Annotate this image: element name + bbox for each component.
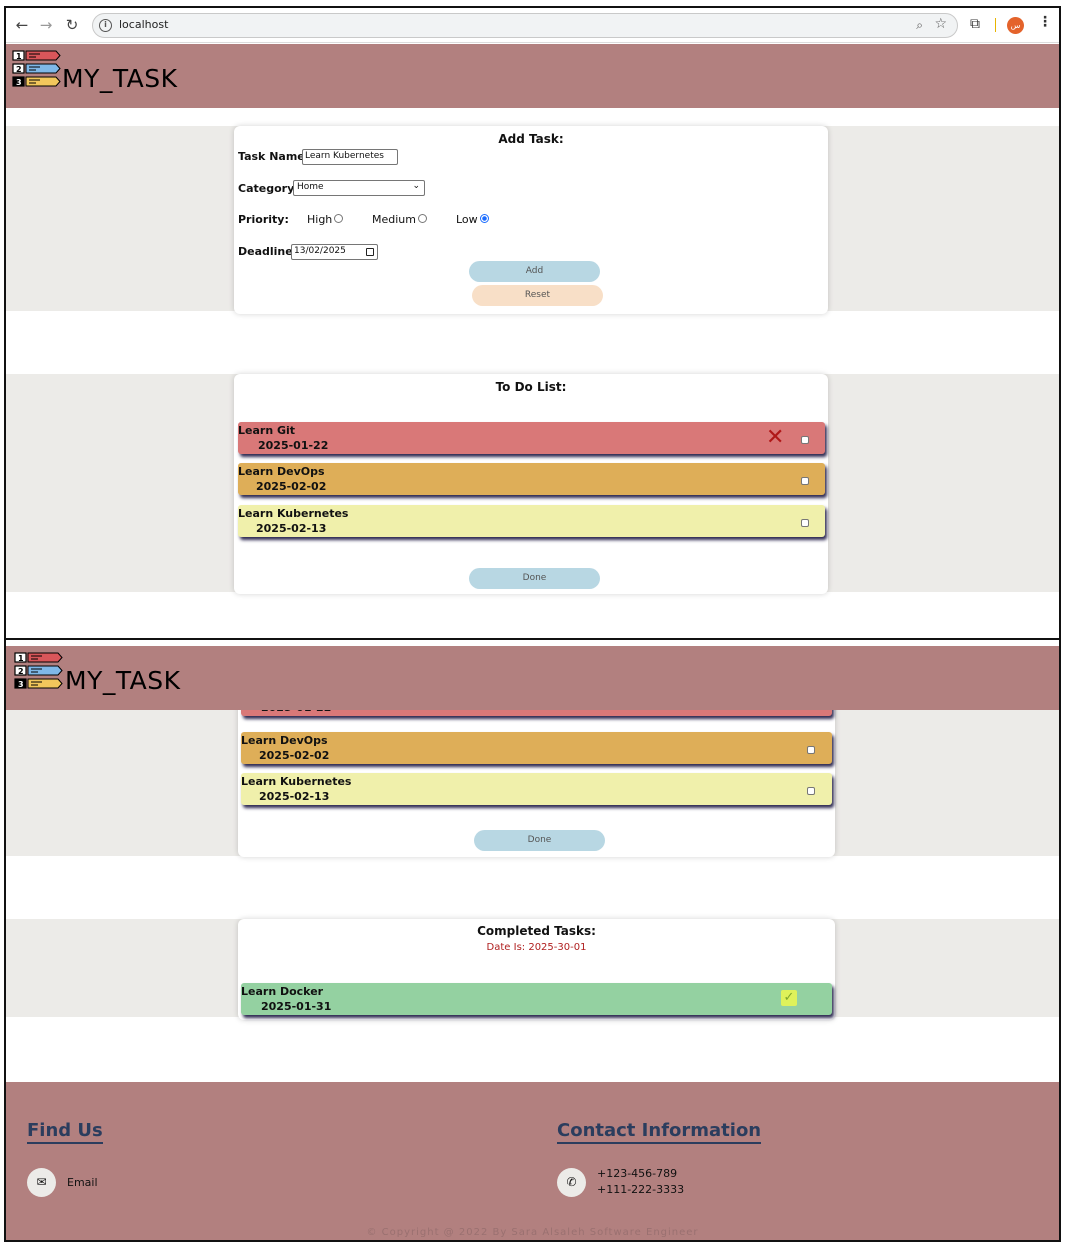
profile-avatar[interactable]: س — [1007, 17, 1024, 34]
task-name: Learn Kubernetes — [241, 775, 352, 788]
task-list-logo-icon: 1 2 3 — [12, 50, 61, 87]
done-button[interactable]: Done — [474, 830, 605, 851]
priority-low-option[interactable]: Low — [456, 213, 489, 226]
delete-x-icon[interactable]: ✕ — [766, 427, 784, 449]
site-info-icon[interactable]: i — [99, 19, 112, 32]
bookmark-star-icon[interactable]: ☆ — [934, 16, 947, 32]
todo-item-learn-devops[interactable]: Learn DevOps 2025-02-02 — [241, 732, 832, 764]
deadline-value: 13/02/2025 — [294, 246, 346, 256]
browser-window: ← → ↻ i localhost ⌕ ☆ ⧉ س ⋮ 1 2 3 MY_TAS… — [4, 6, 1061, 1242]
forward-icon[interactable]: → — [36, 15, 56, 35]
email-link[interactable]: Email — [67, 1176, 98, 1189]
task-date: 2025-02-02 — [259, 749, 330, 762]
app-header: 1 2 3 MY_TASK — [6, 44, 1059, 108]
task-name: Learn Git — [238, 424, 296, 437]
priority-medium-label: Medium — [372, 213, 416, 226]
svg-text:1: 1 — [16, 52, 22, 61]
todo-card: To Do List: Learn Git 2025-01-22 ✕ Learn… — [234, 374, 828, 594]
svg-text:2: 2 — [16, 65, 22, 74]
add-task-title: Add Task: — [498, 132, 564, 146]
task-name: Learn DevOps — [241, 734, 328, 747]
task-name-label: Task Name: — [238, 150, 310, 163]
todo-item-learn-kubernetes[interactable]: Learn Kubernetes 2025-02-13 — [238, 505, 825, 537]
toolbar-separator — [995, 18, 996, 32]
task-name: Learn DevOps — [238, 465, 325, 478]
priority-low-radio[interactable] — [479, 214, 489, 223]
completed-card: Completed Tasks: Date Is: 2025-30-01 Lea… — [238, 919, 835, 1020]
phone-icon: ✆ — [557, 1168, 586, 1197]
app-header-scrolled: 1 2 3 MY_TASK — [6, 646, 1059, 710]
add-button[interactable]: Add — [469, 261, 600, 282]
task-date: 2025-01-31 — [261, 1000, 332, 1013]
task-checkbox[interactable] — [807, 787, 815, 795]
completed-title: Completed Tasks: — [477, 924, 596, 938]
task-date: 2025-02-13 — [259, 790, 330, 803]
task-name: Learn Docker — [241, 985, 324, 998]
back-icon[interactable]: ← — [12, 15, 32, 35]
priority-high-option[interactable]: High — [307, 213, 344, 226]
extensions-icon[interactable]: ⧉ — [970, 16, 980, 32]
add-task-card: Add Task: Task Name: Learn Kubernetes Ca… — [234, 126, 828, 314]
priority-high-label: High — [307, 213, 333, 226]
task-name: Learn Kubernetes — [238, 507, 349, 520]
svg-text:3: 3 — [18, 680, 24, 689]
screenshot-divider — [6, 638, 1059, 640]
done-button[interactable]: Done — [469, 568, 600, 589]
find-us-title: Find Us — [27, 1120, 103, 1144]
task-date: 2025-02-02 — [256, 480, 327, 493]
menu-dots-icon[interactable]: ⋮ — [1038, 14, 1052, 30]
phone-number-2: +111-222-3333 — [597, 1183, 685, 1196]
todo-item-learn-git[interactable]: Learn Git 2025-01-22 ✕ — [238, 422, 825, 454]
task-checkbox[interactable] — [801, 436, 809, 444]
svg-text:1: 1 — [18, 654, 24, 663]
priority-low-label: Low — [456, 213, 478, 226]
svg-text:3: 3 — [16, 78, 22, 87]
completed-date-text: Date Is: 2025-30-01 — [486, 942, 587, 953]
calendar-icon[interactable] — [366, 248, 374, 256]
category-label: Category: — [238, 182, 299, 195]
reset-button[interactable]: Reset — [472, 285, 603, 306]
phone-number-1: +123-456-789 — [597, 1167, 678, 1180]
completed-item-learn-docker[interactable]: Learn Docker 2025-01-31 ✓ — [241, 983, 832, 1015]
todo-item-learn-kubernetes[interactable]: Learn Kubernetes 2025-02-13 — [241, 773, 832, 805]
email-icon[interactable]: ✉ — [27, 1168, 56, 1197]
task-date: 2025-02-13 — [256, 522, 327, 535]
checked-checkbox-icon[interactable]: ✓ — [781, 990, 797, 1006]
priority-medium-radio[interactable] — [417, 214, 427, 223]
deadline-input[interactable]: 13/02/2025 — [291, 244, 378, 260]
priority-high-radio[interactable] — [334, 214, 344, 223]
task-list-logo-icon: 1 2 3 — [14, 652, 63, 689]
task-name-input[interactable]: Learn Kubernetes — [302, 149, 398, 165]
chevron-down-icon: ⌄ — [412, 181, 420, 191]
contact-info-title: Contact Information — [557, 1120, 762, 1144]
task-checkbox[interactable] — [807, 746, 815, 754]
task-checkbox[interactable] — [801, 477, 809, 485]
page-footer: Find Us ✉ Email Contact Information ✆ +1… — [6, 1082, 1059, 1240]
category-select[interactable]: Home ⌄ — [293, 180, 425, 196]
deadline-label: Deadline: — [238, 245, 298, 258]
task-checkbox[interactable] — [801, 519, 809, 527]
todo-title: To Do List: — [495, 380, 567, 394]
copyright-text: © Copyright @ 2022 By Sara Alsaleh Softw… — [366, 1227, 699, 1238]
svg-text:2: 2 — [18, 667, 24, 676]
priority-medium-option[interactable]: Medium — [372, 213, 427, 226]
url-text[interactable]: localhost — [119, 18, 168, 31]
todo-item-learn-devops[interactable]: Learn DevOps 2025-02-02 — [238, 463, 825, 495]
zoom-icon[interactable]: ⌕ — [916, 18, 923, 33]
scrolled-todo-card: 2025-01-22 Learn DevOps 2025-02-02 Learn… — [238, 688, 835, 857]
reload-icon[interactable]: ↻ — [62, 15, 82, 35]
brand-title: MY_TASK — [65, 666, 181, 695]
category-value: Home — [297, 182, 324, 192]
address-bar[interactable]: i localhost ⌕ ☆ — [92, 13, 958, 38]
browser-toolbar: ← → ↻ i localhost ⌕ ☆ ⧉ س ⋮ — [6, 8, 1059, 43]
task-date: 2025-01-22 — [258, 439, 329, 452]
priority-label: Priority: — [238, 213, 289, 226]
brand-title: MY_TASK — [62, 64, 178, 93]
